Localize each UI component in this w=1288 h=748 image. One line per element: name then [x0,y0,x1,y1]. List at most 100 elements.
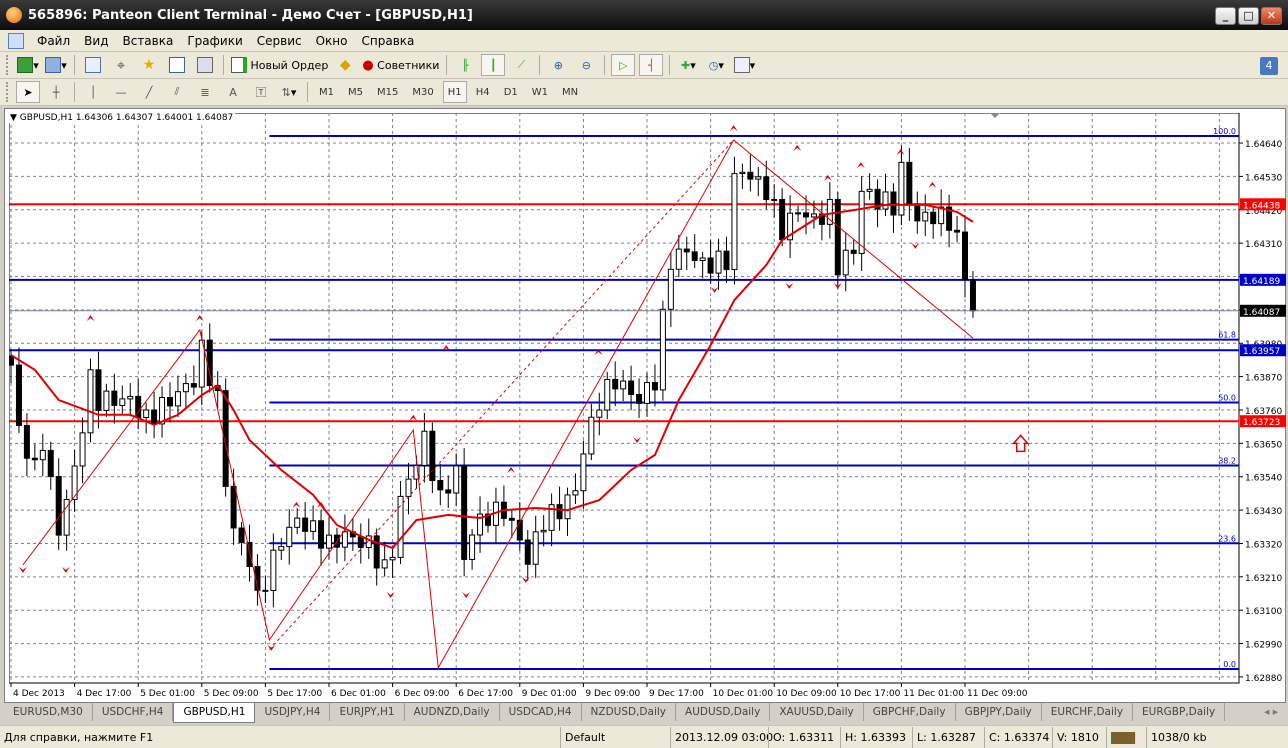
cursor-tool[interactable]: ➤ [16,81,40,103]
crosshair-tool[interactable]: ┼ [44,81,68,103]
menu-window[interactable]: Окно [309,34,355,48]
fibonacci-tool[interactable]: ≣ [193,81,217,103]
vertical-line-tool[interactable]: │ [81,81,105,103]
candle-body [596,409,603,418]
experts-label: Советники [377,58,440,72]
tab-usdjpy-h4[interactable]: USDJPY,H4 [255,703,331,721]
navigator-button[interactable]: ★ [137,54,161,76]
tab-audnzd-daily[interactable]: AUDNZD,Daily [405,703,500,721]
timeframe-d1[interactable]: D1 [499,81,523,103]
market-watch-button[interactable] [81,54,105,76]
candle-body [103,390,110,411]
crosshair-icon: ┼ [52,85,60,99]
candle-body [143,409,150,418]
tab-gbpjpy-daily[interactable]: GBPJPY,Daily [956,703,1042,721]
toolbar-grip[interactable] [6,55,10,75]
menu-tools[interactable]: Сервис [250,34,309,48]
status-high: H: 1.63393 [840,726,912,748]
tab-scroll-arrows[interactable]: ◂ ▸ [1264,706,1278,718]
menu-charts[interactable]: Графики [180,34,249,48]
menu-view[interactable]: Вид [77,34,115,48]
timeframe-h1[interactable]: H1 [442,81,467,103]
horizontal-line-tool[interactable]: — [109,81,133,103]
chart-tabs: EURUSD,M30 USDCHF,H4 GBPUSD,H1 USDJPY,H4 EUR… [4,703,1286,723]
templates-button[interactable]: ▾ [732,54,756,76]
status-bar: Для справки, нажмите F1 Default 2013.12.… [0,725,1288,748]
tab-gbpchf-daily[interactable]: GBPCHF,Daily [864,703,956,721]
close-button[interactable]: ✕ [1261,7,1282,25]
tab-eurjpy-h1[interactable]: EURJPY,H1 [330,703,405,721]
zoom-in-icon: ⊕ [553,58,563,72]
tab-usdcad-h4[interactable]: USDCAD,H4 [500,703,582,721]
terminal-button[interactable] [165,54,189,76]
timeframe-m15[interactable]: M15 [372,81,403,103]
menu-bar: Файл Вид Вставка Графики Сервис Окно Спр… [0,30,1288,76]
fib-level-label: 50.0 [1218,394,1236,403]
tab-eurusd-m30[interactable]: EURUSD,M30 [4,703,93,721]
line-chart-button[interactable]: ⟋ [509,54,533,76]
symbol-dropdown-icon[interactable]: ▼ [10,113,17,123]
tab-usdchf-h4[interactable]: USDCHF,H4 [93,703,174,721]
chart-shift-button[interactable]: ┤ [639,54,664,76]
indicators-button[interactable]: ✚ ▾ [676,54,700,76]
tab-audusd-daily[interactable]: AUDUSD,Daily [676,703,771,721]
tab-nzdusd-daily[interactable]: NZDUSD,Daily [582,703,677,721]
zoom-in-button[interactable]: ⊕ [546,54,570,76]
timeframe-m30[interactable]: M30 [407,81,438,103]
trendline-tool[interactable]: ╱ [137,81,161,103]
tester-button[interactable] [193,54,217,76]
candle-body [842,249,849,276]
new-order-button[interactable]: Новый Ордер [230,54,329,76]
equidistant-channel-tool[interactable]: ⫽ [165,81,189,103]
candle-body [962,231,968,281]
candle-body [365,535,372,548]
timeframe-mn[interactable]: MN [557,81,583,103]
status-traffic: 1038/0 kb [1146,726,1226,748]
candle-body [119,398,126,406]
alert-button[interactable]: ◆ [333,54,357,76]
periods-button[interactable]: ◷ ▾ [704,54,728,76]
candle-body [628,380,635,395]
candle-body [47,449,54,478]
timeframe-label: M30 [412,86,434,98]
text-label-tool[interactable]: 🅃 [249,81,273,103]
menu-insert[interactable]: Вставка [115,34,180,48]
experts-button[interactable]: ● Советники [361,54,440,76]
timeframe-m1[interactable]: M1 [314,81,339,103]
maximize-button[interactable]: □ [1238,7,1259,25]
timeframe-m5[interactable]: M5 [343,81,368,103]
tab-xauusd-daily[interactable]: XAUUSD,Daily [770,703,864,721]
price-chart[interactable]: 1.646401.645301.644201.643101.639801.638… [9,113,1288,705]
candle-body [286,526,293,548]
auto-scroll-button[interactable]: ▷ [611,54,636,76]
menu-file[interactable]: Файл [30,34,77,48]
tab-gbpusd-h1[interactable]: GBPUSD,H1 [173,703,256,723]
chart-window[interactable]: 1.646401.645301.644201.643101.639801.638… [4,108,1286,703]
timeframe-h4[interactable]: H4 [471,81,495,103]
chart-window-icon[interactable] [8,32,24,49]
candle-body [795,212,802,215]
x-tick-label: 5 Dec 17:00 [267,689,322,699]
candle-body [556,504,563,520]
data-window-button[interactable]: ⌖ [109,54,133,76]
candle-body [954,229,961,233]
zoom-out-button[interactable]: ⊖ [574,54,598,76]
bar-chart-button[interactable]: ╟ [453,54,477,76]
tab-eurgbp-daily[interactable]: EURGBP,Daily [1133,703,1226,721]
candlestick-button[interactable]: ┃ [481,54,506,76]
new-chart-button[interactable]: ▾ [16,54,40,76]
menu-help[interactable]: Справка [355,34,422,48]
clock-icon: ◷ [708,58,719,72]
profiles-button[interactable]: ▾ [44,54,68,76]
y-tick-label: 1.63650 [1245,440,1282,450]
arrows-tool[interactable]: ⇅ ▾ [277,81,301,103]
minimize-button[interactable]: _ [1215,7,1236,25]
text-tool[interactable]: A [221,81,245,103]
toolbar-grip[interactable] [6,82,10,102]
tab-eurchf-daily[interactable]: EURCHF,Daily [1042,703,1134,721]
side-panel-button[interactable]: 4 [1260,57,1278,75]
candle-body [747,171,754,180]
timeframe-w1[interactable]: W1 [527,81,553,103]
bar-chart-icon: ╟ [462,58,469,72]
y-tick-label: 1.63540 [1245,474,1282,484]
